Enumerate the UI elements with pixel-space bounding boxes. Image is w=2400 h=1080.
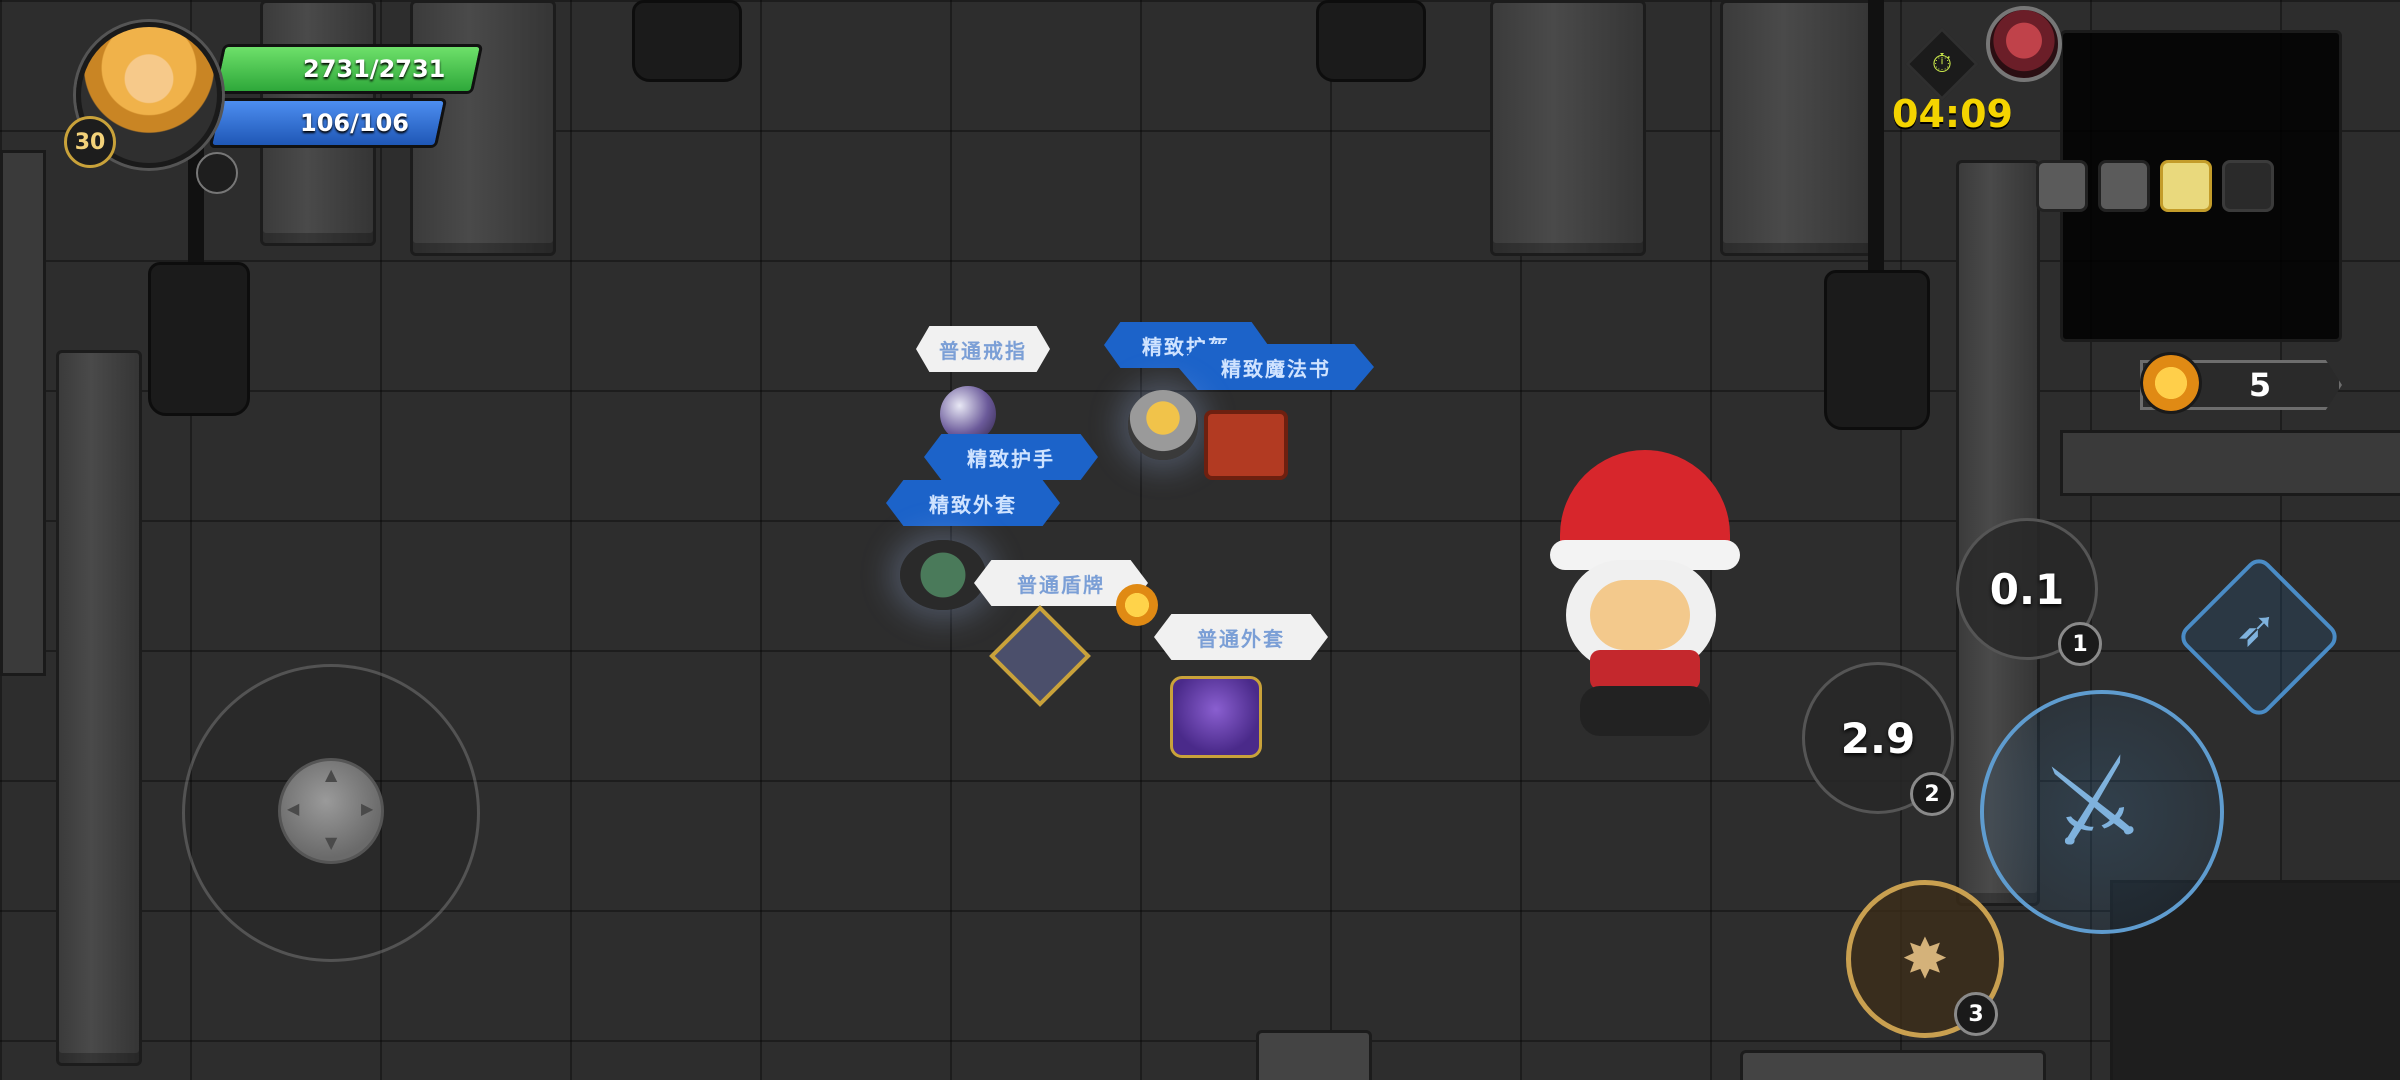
spellbook-item[interactable]	[1204, 410, 1288, 480]
joystick-knob[interactable]: ▲ ▼ ◀ ▶	[278, 758, 384, 864]
gold-coin-drop[interactable]	[1116, 584, 1158, 626]
loot-label-spellbook[interactable]: 精致魔法书	[1178, 344, 1374, 390]
skill-1-cooldown: 0.1	[1989, 564, 2065, 614]
buff-icon[interactable]	[196, 152, 238, 194]
stone-wall-column	[56, 350, 142, 1066]
ring-item[interactable]	[940, 386, 996, 442]
lamp-post-base	[632, 0, 742, 82]
loot-label-coat[interactable]: 普通外套	[1154, 614, 1328, 660]
mp-text: 106/106	[300, 109, 409, 137]
coat-item[interactable]	[1170, 676, 1262, 758]
skill-2-cooldown: 2.9	[1840, 713, 1916, 763]
lamp-post	[1868, 0, 1884, 280]
helmet-item[interactable]	[1128, 390, 1198, 460]
loot-label-gloves[interactable]: 精致护手	[924, 434, 1098, 480]
stone-pillar	[1490, 0, 1646, 256]
room-slot-empty	[2036, 160, 2088, 212]
lamp-post-base	[148, 262, 250, 416]
stone-wall-ledge	[2060, 430, 2400, 496]
stopwatch-icon: ⏱	[1905, 27, 1979, 101]
shield-item[interactable]	[989, 605, 1091, 707]
loot-label-ring[interactable]: 普通戒指	[916, 326, 1050, 372]
armor-item[interactable]	[900, 540, 986, 610]
stone-pillar	[1720, 0, 1876, 256]
demon-face-icon[interactable]	[1986, 6, 2062, 82]
skill-2-number: 2	[1910, 772, 1954, 816]
dash-icon: ➶	[2235, 599, 2278, 658]
lamp-post-base	[1824, 270, 1930, 430]
hp-bar: 2731/2731	[212, 44, 484, 94]
stage-timer: 04:09	[1892, 92, 2013, 136]
level-badge: 30	[64, 116, 116, 168]
room-slot-current-icon	[2160, 160, 2212, 212]
dash-button[interactable]: ➶	[2175, 553, 2343, 721]
crate	[1256, 1030, 1372, 1080]
wooden-platform	[1740, 1050, 2046, 1080]
game-stage: 2731/2731 106/106 30 ⏱ 04:09 5 普通戒指 精致护盔…	[0, 0, 2400, 1080]
lamp-post-base	[1316, 0, 1426, 82]
shield-web-icon: ✸	[1901, 926, 1949, 992]
attack-button[interactable]: ⚔	[1980, 690, 2224, 934]
mp-bar: 106/106	[208, 98, 448, 148]
sword-icon: ⚔	[2033, 730, 2153, 874]
skill-1-number: 1	[2058, 622, 2102, 666]
coin-count: 5	[2248, 366, 2272, 404]
crown-coin-icon	[2140, 352, 2202, 414]
room-slot-boss-icon	[2222, 160, 2274, 212]
hp-text: 2731/2731	[302, 55, 445, 83]
left-wall	[0, 150, 46, 676]
skill-3-number: 3	[1954, 992, 1998, 1036]
loot-label-coat-elite[interactable]: 精致外套	[886, 480, 1060, 526]
player-character	[1540, 450, 1750, 740]
room-slot-empty	[2098, 160, 2150, 212]
